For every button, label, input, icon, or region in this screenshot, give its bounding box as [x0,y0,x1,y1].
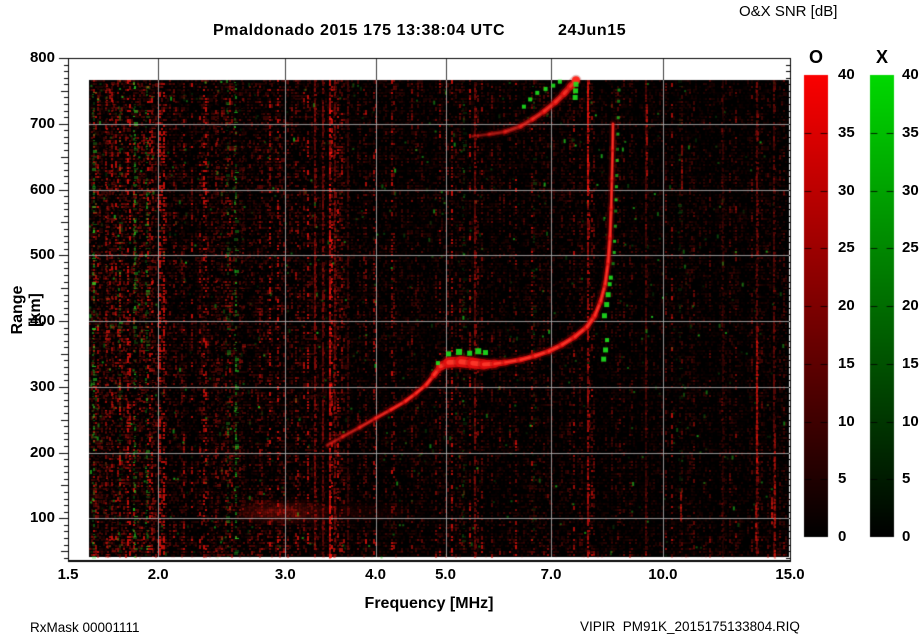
x-tick-label: 5.0 [421,567,471,583]
y-tick-label: 100 [0,510,55,526]
x-colorbar-tick-label: 20 [902,298,919,314]
x-colorbar-tick-label: 5 [902,471,910,487]
x-axis-label: Frequency [MHz] [329,595,529,613]
o-colorbar-tick-label: 10 [838,414,855,430]
x-tick-label: 15.0 [765,567,815,583]
x-tick-label: 7.0 [526,567,576,583]
y-tick-label: 400 [0,313,55,329]
y-axis-label: Range [km] [9,269,25,351]
o-colorbar-header: O [804,47,828,68]
y-tick-label: 500 [0,247,55,263]
o-colorbar-tick-label: 35 [838,125,855,141]
y-tick-label: 800 [0,50,55,66]
x-mode-colorbar [870,75,894,537]
x-colorbar-header: X [870,47,894,68]
x-tick-label: 4.0 [351,567,401,583]
x-tick-label: 1.5 [43,567,93,583]
ionogram-figure: Pmaldonado 2015 175 13:38:04 UTC 24Jun15… [0,0,922,636]
data-file-footer: VIPIR PM91K_2015175133804.RIQ [580,619,800,634]
x-colorbar-tick-label: 35 [902,125,919,141]
o-colorbar-tick-label: 20 [838,298,855,314]
plot-date: 24Jun15 [558,22,626,40]
colorbar-title: O&X SNR [dB] [739,3,837,20]
x-colorbar-tick-label: 0 [902,529,910,545]
o-colorbar-tick-label: 40 [838,67,855,83]
x-colorbar-tick-label: 30 [902,183,919,199]
o-colorbar-tick-label: 30 [838,183,855,199]
o-mode-colorbar [804,75,828,537]
y-tick-label: 700 [0,116,55,132]
x-tick-label: 10.0 [638,567,688,583]
y-tick-label: 600 [0,182,55,198]
x-colorbar-tick-label: 25 [902,240,919,256]
y-tick-label: 200 [0,445,55,461]
x-colorbar-tick-label: 10 [902,414,919,430]
x-colorbar-tick-label: 15 [902,356,919,372]
page-title: Pmaldonado 2015 175 13:38:04 UTC [213,22,505,40]
rx-mask-footer: RxMask 00001111 [30,620,140,635]
o-colorbar-tick-label: 5 [838,471,846,487]
o-colorbar-tick-label: 25 [838,240,855,256]
x-tick-label: 2.0 [133,567,183,583]
x-colorbar-tick-label: 40 [902,67,919,83]
o-colorbar-tick-label: 0 [838,529,846,545]
ionogram-plot [0,0,922,636]
y-tick-label: 300 [0,379,55,395]
o-colorbar-tick-label: 15 [838,356,855,372]
x-tick-label: 3.0 [260,567,310,583]
